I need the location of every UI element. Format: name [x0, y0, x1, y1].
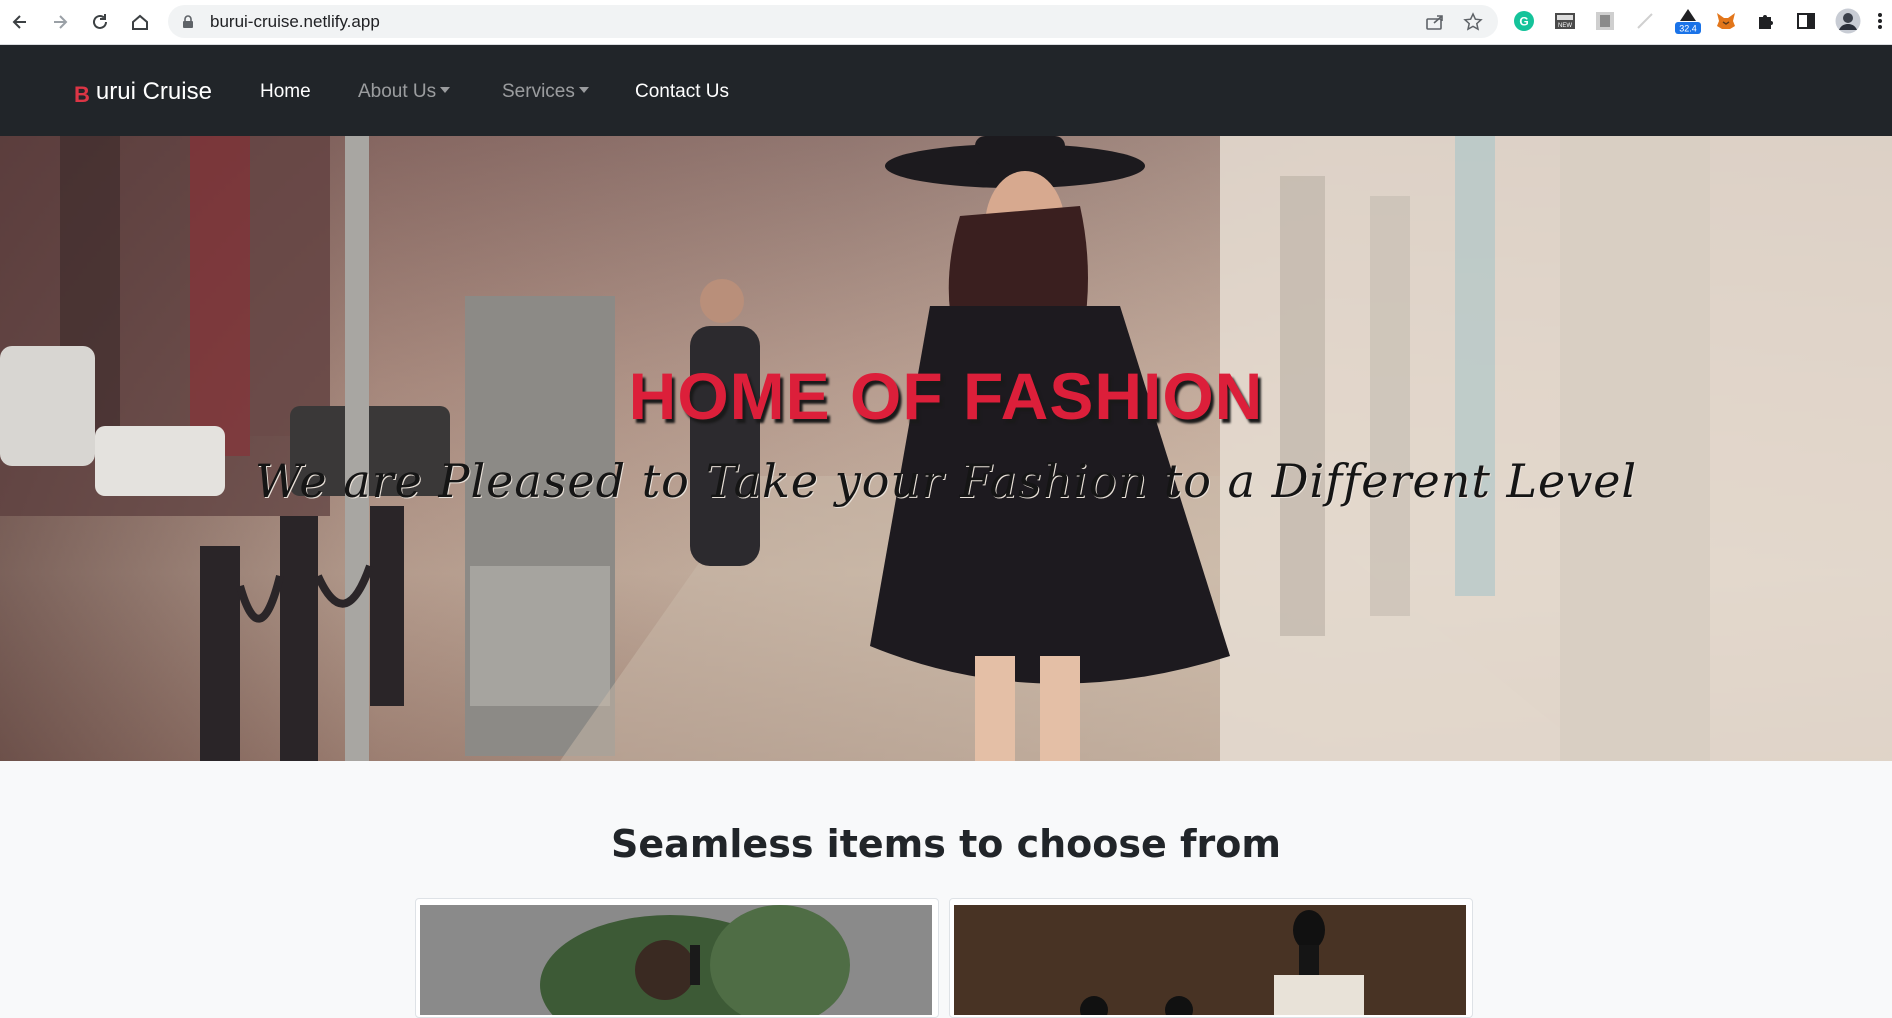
browser-menu-icon[interactable] — [1872, 9, 1888, 33]
caret-down-icon — [578, 87, 589, 93]
nav-link-home[interactable]: Home — [260, 81, 311, 103]
hero-subtitle: We are Pleased to Take your Fashion to a… — [254, 454, 1638, 508]
drive-extension-icon[interactable]: 32.4 — [1673, 9, 1703, 34]
hero-title: HOME OF FASHION — [628, 359, 1264, 433]
product-card[interactable] — [415, 898, 939, 1018]
grammarly-extension-icon[interactable]: G — [1512, 9, 1536, 33]
side-panel-icon[interactable] — [1794, 9, 1818, 33]
product-card-image-man — [420, 905, 932, 1015]
nav-link-about-us-label: About Us — [358, 81, 437, 102]
reload-icon[interactable] — [86, 8, 114, 36]
site-navbar: Burui Cruise Home About Us Services Cont… — [0, 45, 1892, 136]
product-card[interactable] — [949, 898, 1473, 1018]
nav-link-services-label: Services — [502, 81, 575, 102]
extensions-puzzle-icon[interactable] — [1754, 9, 1778, 33]
brand-letter: B — [74, 82, 90, 107]
svg-text:G: G — [1519, 15, 1528, 29]
address-bar[interactable]: burui-cruise.netlify.app — [168, 5, 1498, 38]
bookmark-star-icon[interactable] — [1462, 12, 1484, 32]
share-icon[interactable] — [1424, 12, 1446, 32]
pen-extension-icon[interactable] — [1633, 9, 1657, 33]
brand-name: urui Cruise — [95, 78, 212, 105]
nav-link-services[interactable]: Services — [502, 81, 589, 103]
home-icon[interactable] — [126, 8, 154, 36]
extension-badge: 32.4 — [1679, 24, 1697, 34]
forward-icon[interactable] — [46, 8, 74, 36]
section-title: Seamless items to choose from — [611, 822, 1281, 866]
url-text: burui-cruise.netlify.app — [210, 12, 380, 31]
nav-link-contact-us[interactable]: Contact Us — [635, 81, 729, 103]
hero-street-photo — [0, 136, 1892, 761]
hero-banner: HOME OF FASHION We are Pleased to Take y… — [0, 136, 1892, 761]
product-card-image-chess — [954, 905, 1466, 1015]
back-icon[interactable] — [6, 8, 34, 36]
browser-toolbar: burui-cruise.netlify.app G NEW 32.4 — [0, 0, 1892, 45]
nav-link-about-us[interactable]: About Us — [358, 81, 451, 103]
metamask-fox-icon[interactable] — [1714, 9, 1738, 33]
brand-logo[interactable]: Burui Cruise — [74, 78, 212, 107]
caret-down-icon — [440, 87, 451, 93]
news-extension-icon[interactable]: NEW — [1553, 9, 1577, 33]
lock-icon — [182, 14, 194, 33]
photo-extension-icon[interactable] — [1593, 9, 1617, 33]
svg-text:NEW: NEW — [1558, 23, 1572, 29]
profile-avatar[interactable] — [1834, 8, 1862, 34]
